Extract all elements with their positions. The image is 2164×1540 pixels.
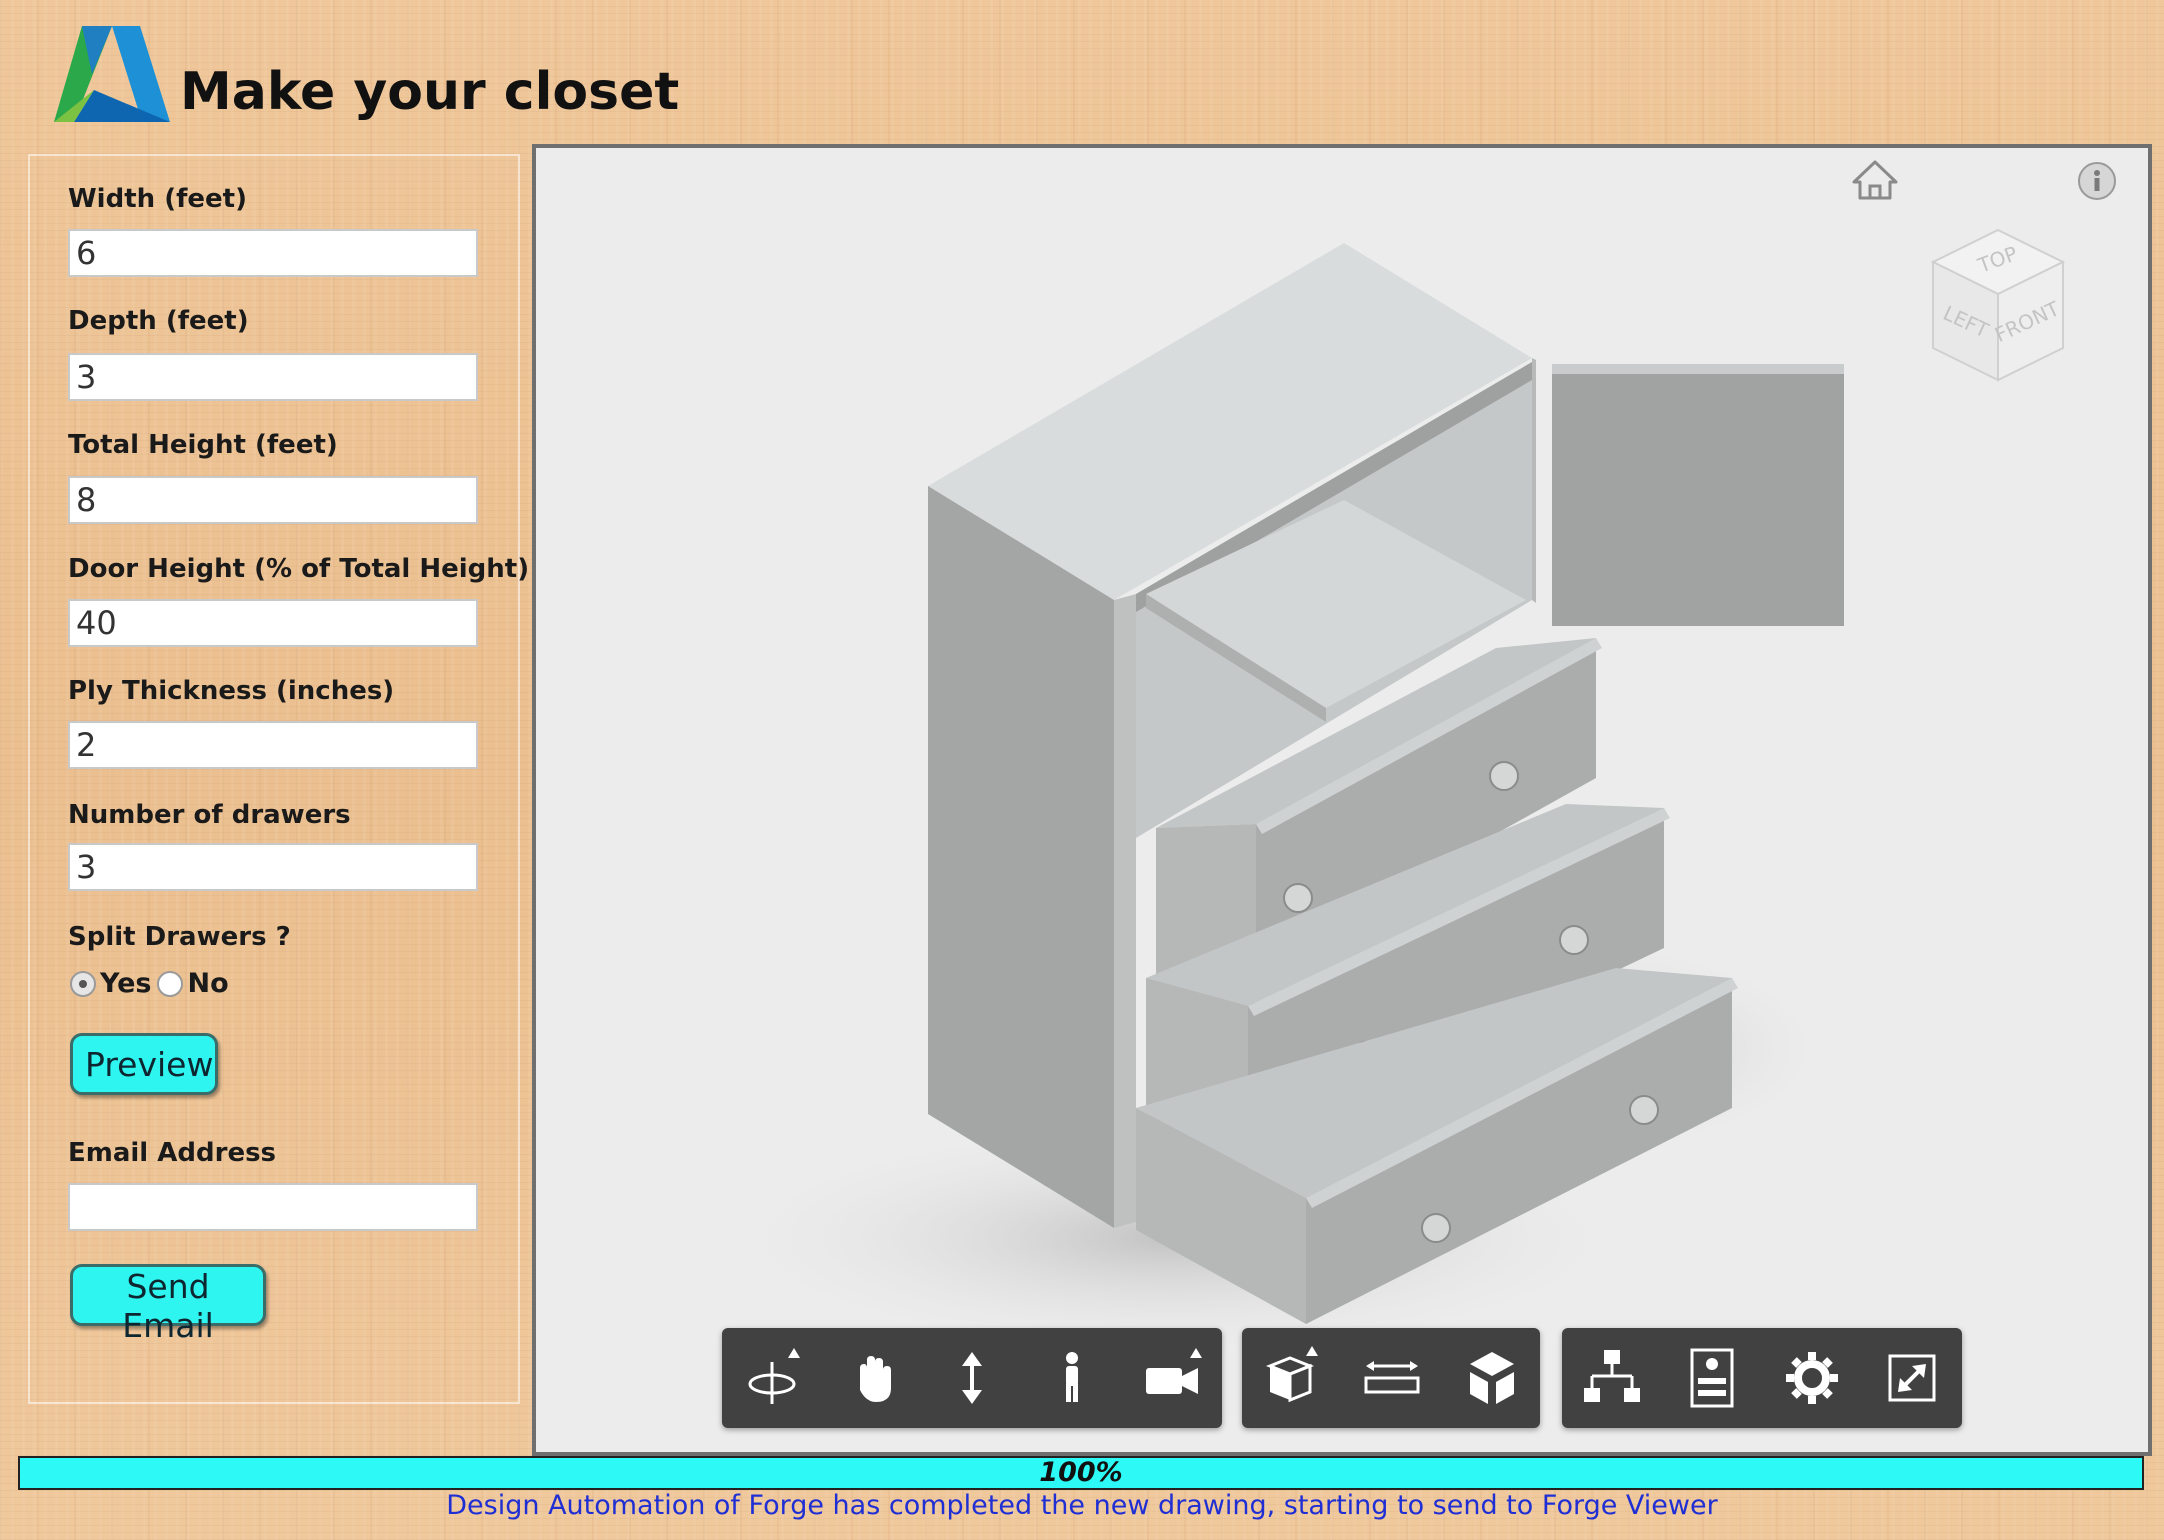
ply-thickness-input[interactable] — [68, 721, 478, 769]
depth-input[interactable] — [68, 353, 478, 401]
settings-gear-icon[interactable] — [1778, 1344, 1846, 1412]
split-drawers-yes-radio[interactable] — [70, 970, 96, 997]
total-height-input[interactable] — [68, 476, 478, 524]
email-label: Email Address — [68, 1138, 277, 1168]
section-cube-icon[interactable] — [1458, 1344, 1526, 1412]
closet-3d-model[interactable] — [536, 148, 2148, 1452]
viewcube-icon: TOP LEFT FRONT — [1930, 228, 2066, 382]
split-drawers-label: Split Drawers ? — [68, 922, 291, 952]
send-email-button[interactable]: Send Email — [70, 1264, 266, 1345]
camera-icon[interactable] — [1138, 1344, 1206, 1412]
orbit-icon[interactable] — [738, 1344, 806, 1412]
zoom-icon[interactable] — [938, 1344, 1006, 1412]
progress-label: 100% — [1039, 1457, 1123, 1488]
pan-icon[interactable] — [838, 1344, 906, 1412]
door-height-label: Door Height (% of Total Height) — [68, 554, 530, 584]
navigation-toolbar — [722, 1328, 1222, 1428]
measure-icon[interactable] — [1358, 1344, 1426, 1412]
split-drawers-yes-label[interactable]: Yes — [100, 968, 151, 999]
forge-viewer[interactable]: TOP LEFT FRONT — [532, 144, 2152, 1456]
status-message: Design Automation of Forge has completed… — [446, 1490, 1718, 1521]
email-input[interactable] — [68, 1183, 478, 1231]
model-browser-icon[interactable] — [1578, 1344, 1646, 1412]
properties-icon[interactable] — [1678, 1344, 1746, 1412]
num-drawers-label: Number of drawers — [68, 800, 351, 830]
ply-thickness-label: Ply Thickness (inches) — [68, 676, 395, 706]
num-drawers-input[interactable] — [68, 843, 478, 891]
first-person-icon[interactable] — [1038, 1344, 1106, 1412]
split-drawers-radio-group: Yes No — [70, 968, 235, 999]
split-drawers-no-radio[interactable] — [157, 970, 184, 997]
progress-bar: 100% — [18, 1456, 2144, 1490]
viewcube[interactable]: TOP LEFT FRONT — [1908, 210, 2088, 400]
split-drawers-no-label[interactable]: No — [187, 968, 228, 999]
modeling-toolbar — [1242, 1328, 1540, 1428]
door-height-input[interactable] — [68, 599, 478, 647]
width-input[interactable] — [68, 229, 478, 277]
width-label: Width (feet) — [68, 184, 247, 214]
total-height-label: Total Height (feet) — [68, 430, 338, 460]
depth-label: Depth (feet) — [68, 306, 249, 336]
preview-button[interactable]: Preview — [70, 1033, 218, 1095]
autodesk-logo-icon — [54, 26, 170, 122]
page-title: Make your closet — [180, 62, 680, 122]
home-icon[interactable] — [1850, 156, 1900, 202]
info-icon[interactable] — [2076, 160, 2118, 202]
fullscreen-icon[interactable] — [1878, 1344, 1946, 1412]
settings-toolbar — [1562, 1328, 1962, 1428]
explode-icon[interactable] — [1258, 1344, 1326, 1412]
